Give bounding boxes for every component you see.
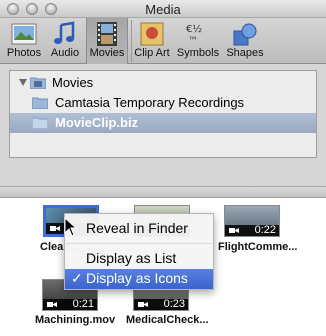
window-title: Media xyxy=(145,2,181,17)
source-item-camtasia[interactable]: Camtasia Temporary Recordings xyxy=(10,93,316,113)
svg-text:™: ™ xyxy=(188,36,198,47)
audio-icon xyxy=(54,21,75,44)
source-item-movieclip[interactable]: MovieClip.biz xyxy=(10,113,316,133)
video-camera-icon xyxy=(229,228,239,233)
movies-icon xyxy=(97,22,117,46)
tab-movies[interactable]: Movies xyxy=(86,18,128,64)
shapes-icon xyxy=(233,23,257,46)
tab-photos[interactable]: Photos xyxy=(4,18,44,64)
folder-icon xyxy=(32,97,48,109)
menu-item-display-as-list[interactable]: Display as List xyxy=(65,249,213,269)
symbols-icon: €½ ™ xyxy=(186,23,202,47)
pane-splitter[interactable] xyxy=(0,186,326,198)
thumbnail-name: FlightComme... xyxy=(218,241,298,253)
tab-symbols[interactable]: €½ ™ Symbols xyxy=(176,18,220,64)
thumbnail-name: MedicalCheck... xyxy=(126,314,209,326)
movie-thumbnail[interactable]: 0:22 xyxy=(224,205,280,237)
title-bar: Media xyxy=(0,0,326,18)
photos-icon xyxy=(11,23,37,45)
video-camera-icon xyxy=(47,302,57,307)
source-item-movies[interactable]: Movies xyxy=(10,73,316,93)
context-menu: Reveal in Finder Display as List ✓ Displ… xyxy=(64,213,214,290)
menu-item-reveal-in-finder[interactable]: Reveal in Finder xyxy=(65,219,213,239)
folder-icon xyxy=(32,117,48,129)
media-toolbar: Photos Audio Movies Clip Art €½ ™ Symbol… xyxy=(0,18,326,64)
source-list: Movies Camtasia Temporary Recordings Mov… xyxy=(9,70,317,158)
tab-shapes[interactable]: Shapes xyxy=(224,18,266,64)
video-camera-icon xyxy=(138,302,148,307)
mouse-pointer-icon xyxy=(64,217,78,237)
disclosure-triangle-icon[interactable] xyxy=(19,79,27,86)
menu-separator xyxy=(66,243,212,244)
clipart-icon xyxy=(140,22,164,46)
folder-icon xyxy=(30,77,46,89)
tab-clip-art[interactable]: Clip Art xyxy=(132,18,172,64)
video-camera-icon xyxy=(50,226,60,231)
menu-item-display-as-icons[interactable]: ✓ Display as Icons xyxy=(65,269,213,289)
checkmark-icon: ✓ xyxy=(71,270,83,286)
thumbnail-name: Machining.mov xyxy=(35,314,116,326)
svg-text:€½: €½ xyxy=(186,23,202,35)
tab-audio[interactable]: Audio xyxy=(48,18,82,64)
